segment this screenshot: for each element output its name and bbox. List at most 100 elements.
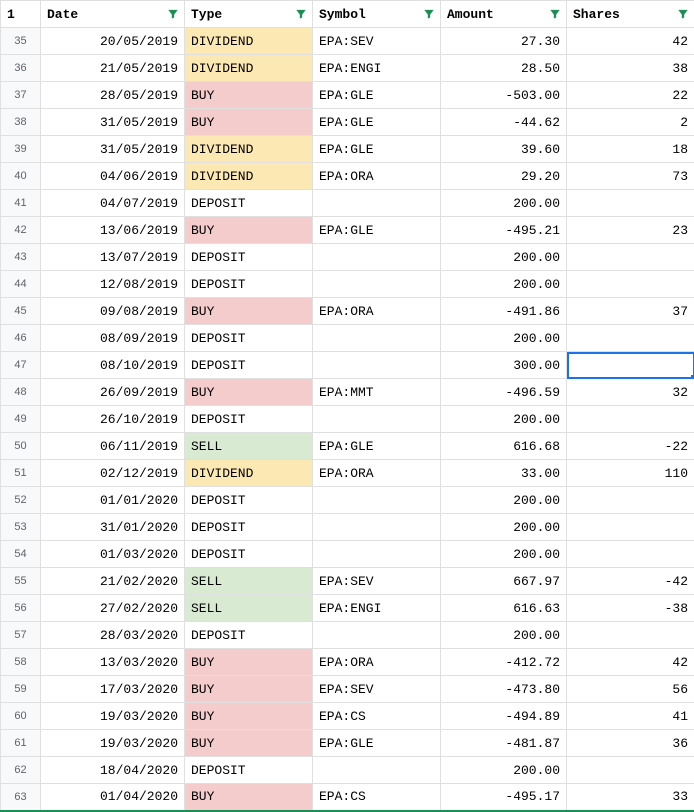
cell-symbol[interactable]: EPA:CS [313, 784, 441, 811]
cell-amount[interactable]: -495.17 [441, 784, 567, 811]
cell-symbol[interactable]: EPA:SEV [313, 568, 441, 595]
cell-shares[interactable]: 22 [567, 82, 694, 109]
cell-type[interactable]: BUY [185, 298, 313, 325]
cell-shares[interactable] [567, 352, 694, 379]
cell-date[interactable]: 31/05/2019 [41, 136, 185, 163]
cell-shares[interactable]: 110 [567, 460, 694, 487]
cell-symbol[interactable]: EPA:GLE [313, 433, 441, 460]
filter-icon[interactable] [166, 7, 180, 21]
cell-date[interactable]: 27/02/2020 [41, 595, 185, 622]
cell-symbol[interactable]: EPA:CS [313, 703, 441, 730]
cell-date[interactable]: 08/09/2019 [41, 325, 185, 352]
cell-type[interactable]: DEPOSIT [185, 325, 313, 352]
cell-symbol[interactable] [313, 352, 441, 379]
cell-amount[interactable]: -495.21 [441, 217, 567, 244]
row-number[interactable]: 53 [1, 514, 41, 541]
cell-shares[interactable]: 56 [567, 676, 694, 703]
cell-symbol[interactable] [313, 487, 441, 514]
cell-date[interactable]: 02/12/2019 [41, 460, 185, 487]
cell-date[interactable]: 19/03/2020 [41, 703, 185, 730]
cell-type[interactable]: BUY [185, 784, 313, 811]
cell-amount[interactable]: -494.89 [441, 703, 567, 730]
cell-amount[interactable]: 667.97 [441, 568, 567, 595]
row-number[interactable]: 39 [1, 136, 41, 163]
cell-shares[interactable] [567, 190, 694, 217]
cell-amount[interactable]: 29.20 [441, 163, 567, 190]
cell-amount[interactable]: -481.87 [441, 730, 567, 757]
cell-type[interactable]: SELL [185, 595, 313, 622]
cell-shares[interactable] [567, 406, 694, 433]
filter-icon[interactable] [676, 7, 690, 21]
cell-date[interactable]: 06/11/2019 [41, 433, 185, 460]
row-number[interactable]: 59 [1, 676, 41, 703]
row-number[interactable]: 35 [1, 28, 41, 55]
cell-symbol[interactable] [313, 622, 441, 649]
cell-date[interactable]: 09/08/2019 [41, 298, 185, 325]
spreadsheet[interactable]: 1 DateTypeSymbolAmountShares 3520/05/201… [0, 0, 694, 812]
cell-type[interactable]: DEPOSIT [185, 622, 313, 649]
cell-type[interactable]: DEPOSIT [185, 271, 313, 298]
cell-date[interactable]: 26/10/2019 [41, 406, 185, 433]
row-number[interactable]: 55 [1, 568, 41, 595]
cell-shares[interactable]: 41 [567, 703, 694, 730]
cell-symbol[interactable] [313, 757, 441, 784]
cell-symbol[interactable]: EPA:ENGI [313, 55, 441, 82]
cell-type[interactable]: DEPOSIT [185, 352, 313, 379]
row-number[interactable]: 38 [1, 109, 41, 136]
cell-date[interactable]: 13/03/2020 [41, 649, 185, 676]
cell-shares[interactable]: -42 [567, 568, 694, 595]
row-number[interactable]: 46 [1, 325, 41, 352]
filter-icon[interactable] [422, 7, 436, 21]
cell-shares[interactable]: 33 [567, 784, 694, 811]
cell-type[interactable]: BUY [185, 82, 313, 109]
row-number[interactable]: 56 [1, 595, 41, 622]
cell-shares[interactable]: 32 [567, 379, 694, 406]
cell-type[interactable]: SELL [185, 433, 313, 460]
cell-type[interactable]: BUY [185, 109, 313, 136]
row-number[interactable]: 62 [1, 757, 41, 784]
cell-symbol[interactable]: EPA:GLE [313, 730, 441, 757]
cell-type[interactable]: BUY [185, 676, 313, 703]
column-header-amount[interactable]: Amount [441, 1, 567, 28]
cell-symbol[interactable] [313, 190, 441, 217]
row-number[interactable]: 54 [1, 541, 41, 568]
cell-shares[interactable] [567, 325, 694, 352]
cell-type[interactable]: DIVIDEND [185, 163, 313, 190]
cell-symbol[interactable] [313, 271, 441, 298]
cell-date[interactable]: 21/02/2020 [41, 568, 185, 595]
cell-symbol[interactable]: EPA:ORA [313, 163, 441, 190]
row-number[interactable]: 50 [1, 433, 41, 460]
cell-amount[interactable]: 200.00 [441, 757, 567, 784]
cell-symbol[interactable]: EPA:GLE [313, 136, 441, 163]
cell-type[interactable]: DEPOSIT [185, 244, 313, 271]
cell-amount[interactable]: 200.00 [441, 514, 567, 541]
cell-symbol[interactable]: EPA:SEV [313, 28, 441, 55]
cell-date[interactable]: 01/01/2020 [41, 487, 185, 514]
cell-symbol[interactable] [313, 406, 441, 433]
cell-shares[interactable]: 18 [567, 136, 694, 163]
cell-amount[interactable]: -473.80 [441, 676, 567, 703]
cell-shares[interactable] [567, 487, 694, 514]
column-header-type[interactable]: Type [185, 1, 313, 28]
cell-type[interactable]: BUY [185, 703, 313, 730]
cell-date[interactable]: 04/07/2019 [41, 190, 185, 217]
cell-symbol[interactable]: EPA:ORA [313, 649, 441, 676]
cell-type[interactable]: DEPOSIT [185, 541, 313, 568]
cell-amount[interactable]: 200.00 [441, 541, 567, 568]
cell-date[interactable]: 31/01/2020 [41, 514, 185, 541]
cell-amount[interactable]: 200.00 [441, 622, 567, 649]
cell-shares[interactable]: -22 [567, 433, 694, 460]
cell-amount[interactable]: -496.59 [441, 379, 567, 406]
row-number[interactable]: 52 [1, 487, 41, 514]
cell-amount[interactable]: 300.00 [441, 352, 567, 379]
cell-symbol[interactable]: EPA:GLE [313, 217, 441, 244]
cell-amount[interactable]: -44.62 [441, 109, 567, 136]
cell-shares[interactable]: 23 [567, 217, 694, 244]
row-number[interactable]: 60 [1, 703, 41, 730]
cell-shares[interactable]: 73 [567, 163, 694, 190]
column-header-date[interactable]: Date [41, 1, 185, 28]
cell-date[interactable]: 12/08/2019 [41, 271, 185, 298]
cell-amount[interactable]: 616.68 [441, 433, 567, 460]
cell-symbol[interactable]: EPA:ORA [313, 298, 441, 325]
row-number[interactable]: 51 [1, 460, 41, 487]
